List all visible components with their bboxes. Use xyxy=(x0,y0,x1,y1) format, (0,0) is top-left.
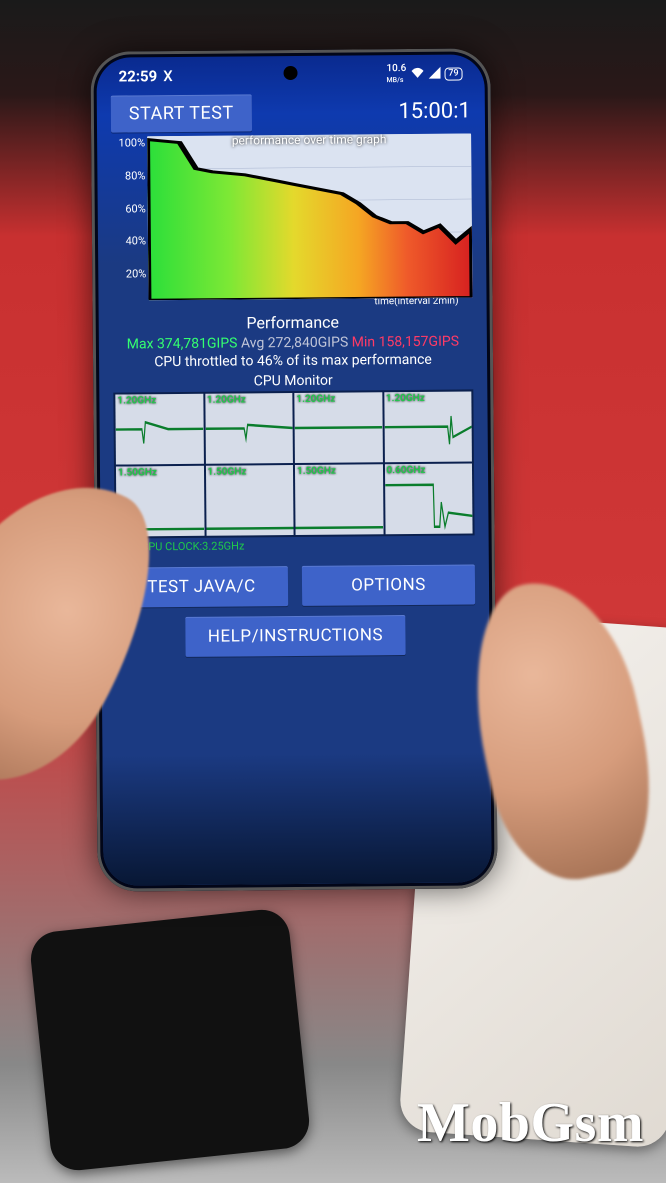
button-row-1: TEST JAVA/C OPTIONS xyxy=(101,551,490,618)
battery-indicator: 79 xyxy=(444,67,462,80)
options-button[interactable]: OPTIONS xyxy=(302,565,475,607)
screen-bottom-fill xyxy=(102,752,491,885)
performance-header: Performance xyxy=(113,310,473,335)
cpu-core-0: 1.20GHz xyxy=(115,394,203,465)
top-toolbar: START TEST 15:00:1 xyxy=(97,88,485,134)
status-time: 22:59 xyxy=(118,67,157,85)
chart-y-axis: 100% 80% 60% 40% 20% xyxy=(111,136,148,300)
performance-chart-section: 100% 80% 60% 40% 20% performance over ti… xyxy=(97,131,487,309)
phone-body: 22:59 X 10.6MB/s 79 START TEST 15:0 xyxy=(90,48,497,891)
perf-avg: Avg 272,840GIPS xyxy=(241,334,348,351)
cpu-monitor-title: CPU Monitor xyxy=(113,372,473,391)
performance-chart: 100% 80% 60% 40% 20% performance over ti… xyxy=(111,133,472,300)
cpu-monitor-section: CPU Monitor 1.20GHz 1.20GHz 1.20GHz 1.20… xyxy=(99,372,489,554)
button-row-2: HELP/INSTRUCTIONS xyxy=(101,615,489,658)
cpu-core-4: 1.50GHz xyxy=(116,466,204,537)
chart-svg xyxy=(147,133,472,300)
signal-icon xyxy=(428,66,440,81)
photo-scene: 22:59 X 10.6MB/s 79 START TEST 15:0 xyxy=(0,0,666,1183)
perf-max: Max 374,781GIPS xyxy=(127,335,238,352)
help-instructions-button[interactable]: HELP/INSTRUCTIONS xyxy=(186,615,406,657)
test-java-button[interactable]: TEST JAVA/C xyxy=(115,566,288,608)
cpu-core-7: 0.60GHz xyxy=(384,464,472,535)
cpu-core-5: 1.50GHz xyxy=(205,465,293,536)
cpu-core-grid: 1.20GHz 1.20GHz 1.20GHz 1.20GHz 1.50GHz … xyxy=(113,390,474,539)
cpu-core-3: 1.20GHz xyxy=(384,392,472,463)
cpu-core-6: 1.50GHz xyxy=(295,465,383,536)
status-carrier-icon: X xyxy=(163,67,173,85)
chart-plot-area: performance over time graph xyxy=(147,133,472,300)
cpu-core-1: 1.20GHz xyxy=(205,393,293,464)
other-phone-black xyxy=(28,907,312,1173)
phone-screen: 22:59 X 10.6MB/s 79 START TEST 15:0 xyxy=(96,54,491,885)
performance-summary: Performance Max 374,781GIPS Avg 272,840G… xyxy=(99,306,488,375)
net-speed: 10.6MB/s xyxy=(386,63,406,85)
wifi-icon xyxy=(410,66,424,81)
test-duration: 15:00:1 xyxy=(398,98,471,124)
camera-punch-hole xyxy=(283,66,297,80)
start-test-button[interactable]: START TEST xyxy=(111,94,252,132)
perf-throttle-text: CPU throttled to 46% of its max performa… xyxy=(113,351,473,373)
perf-min: Min 158,157GIPS xyxy=(352,333,459,350)
cpu-core-2: 1.20GHz xyxy=(294,393,382,464)
